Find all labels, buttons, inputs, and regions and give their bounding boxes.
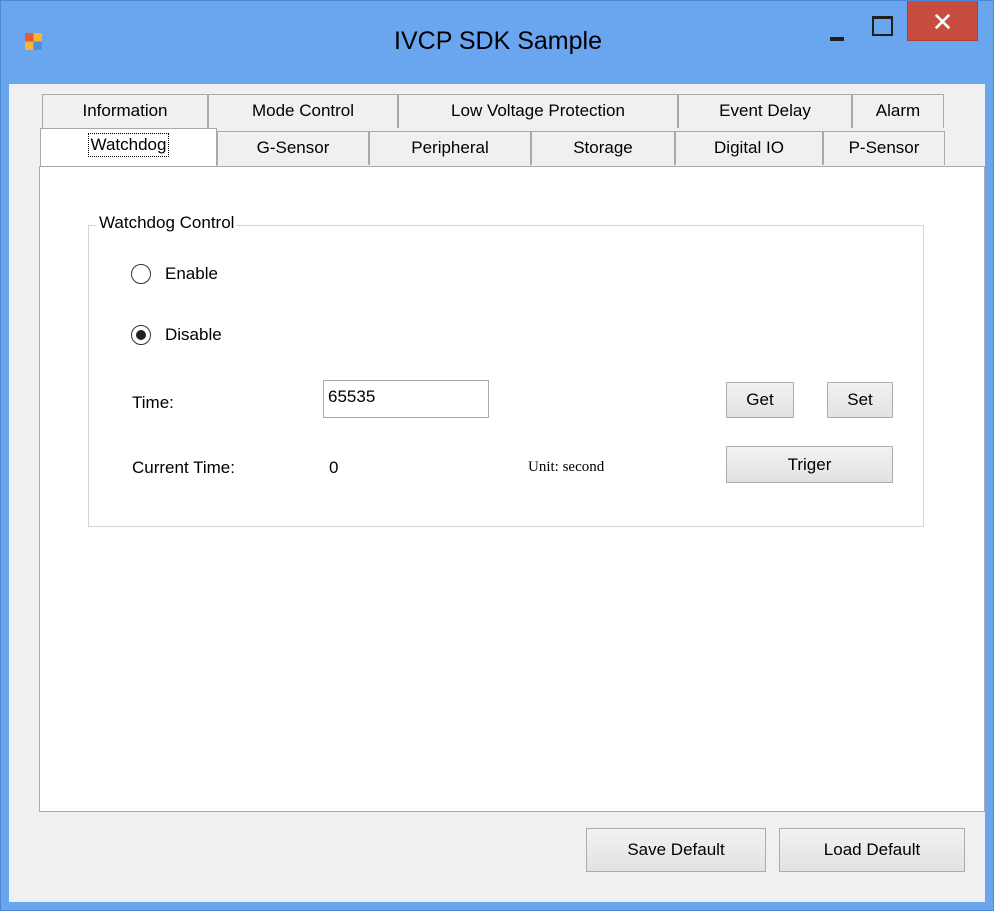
current-time-value: 0 xyxy=(329,458,339,477)
enable-radio-label: Enable xyxy=(165,264,218,283)
time-input[interactable]: 65535 xyxy=(323,380,489,418)
tab-label: G-Sensor xyxy=(256,138,330,157)
tab-label: P-Sensor xyxy=(848,138,920,157)
trigger-button[interactable]: Triger xyxy=(726,446,893,483)
tab-p-sensor[interactable]: P-Sensor xyxy=(823,131,945,165)
tab-label: Information xyxy=(82,101,168,120)
tab-label: Mode Control xyxy=(251,101,355,120)
close-icon[interactable]: ✕ xyxy=(907,1,978,41)
tab-watchdog[interactable]: Watchdog xyxy=(40,128,217,166)
tab-label: Storage xyxy=(573,138,633,157)
tab-label: Low Voltage Protection xyxy=(451,101,625,120)
tab-digital-io[interactable]: Digital IO xyxy=(675,131,823,165)
minimize-icon[interactable] xyxy=(813,1,861,41)
watchdog-tab-page: Watchdog Control Enable Disable Time: 65… xyxy=(39,166,985,812)
tab-label: Digital IO xyxy=(714,138,784,157)
unit-label: Unit: second xyxy=(528,459,605,475)
tab-label: Event Delay xyxy=(719,101,811,120)
enable-radio-circle[interactable] xyxy=(131,264,151,284)
set-button[interactable]: Set xyxy=(827,382,893,418)
current-time-label: Current Time: xyxy=(132,458,235,477)
enable-radio[interactable]: Enable xyxy=(131,264,218,284)
tab-mode-control[interactable]: Mode Control xyxy=(208,94,398,128)
tab-peripheral[interactable]: Peripheral xyxy=(369,131,531,165)
tab-alarm[interactable]: Alarm xyxy=(852,94,944,128)
disable-radio[interactable]: Disable xyxy=(131,325,222,345)
disable-radio-circle[interactable] xyxy=(131,325,151,345)
time-label: Time: xyxy=(132,393,174,412)
title-bar[interactable]: IVCP SDK Sample ✕ xyxy=(1,1,994,86)
tab-g-sensor[interactable]: G-Sensor xyxy=(217,131,369,165)
load-default-button[interactable]: Load Default xyxy=(779,828,965,872)
maximize-icon[interactable] xyxy=(859,1,905,41)
tab-low-voltage-protection[interactable]: Low Voltage Protection xyxy=(398,94,678,128)
tab-label: Watchdog xyxy=(87,133,170,157)
watchdog-control-title: Watchdog Control xyxy=(96,213,238,233)
tab-event-delay[interactable]: Event Delay xyxy=(678,94,852,128)
client-area: Information Mode Control Low Voltage Pro… xyxy=(9,84,985,902)
disable-radio-label: Disable xyxy=(165,325,222,344)
save-default-button[interactable]: Save Default xyxy=(586,828,766,872)
tab-label: Alarm xyxy=(875,101,921,120)
get-button[interactable]: Get xyxy=(726,382,794,418)
tab-storage[interactable]: Storage xyxy=(531,131,675,165)
tab-information[interactable]: Information xyxy=(42,94,208,128)
tab-label: Peripheral xyxy=(411,138,489,157)
